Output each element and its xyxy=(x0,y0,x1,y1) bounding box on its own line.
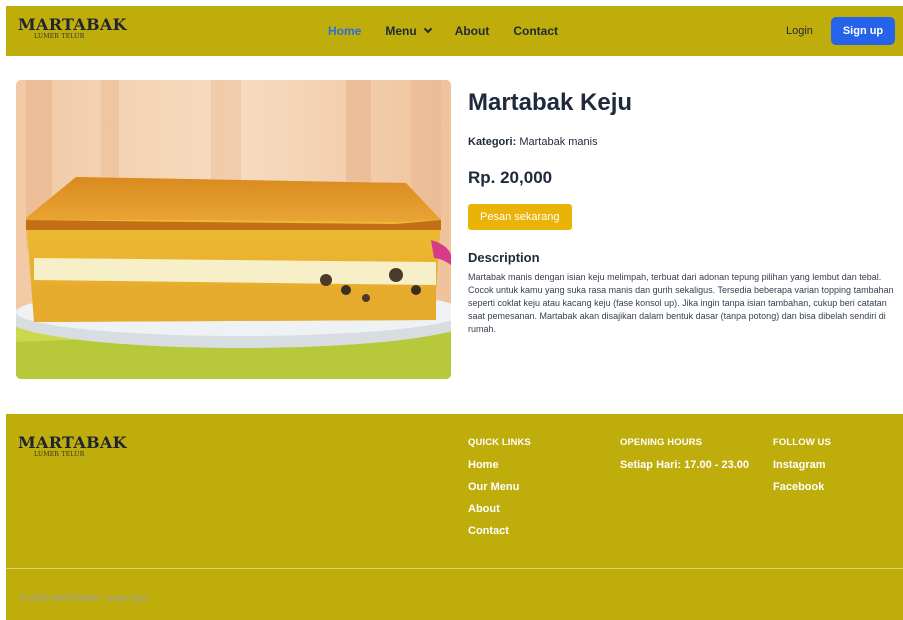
product-image xyxy=(16,80,451,379)
footer-brand-tagline: LUMER TELUR xyxy=(34,451,85,458)
opening-hours-text: Setiap Hari: 17.00 - 23.00 xyxy=(620,459,750,471)
footer-follow-us: FOLLOW US Instagram Facebook xyxy=(773,437,831,493)
brand-name: MARTABAK xyxy=(18,15,127,34)
quick-links-heading: QUICK LINKS xyxy=(468,437,531,448)
order-now-button[interactable]: Pesan sekarang xyxy=(468,204,572,230)
signup-button[interactable]: Sign up xyxy=(831,17,895,45)
main-nav: Home Menu About Contact xyxy=(328,24,582,38)
opening-hours-heading: OPENING HOURS xyxy=(620,437,703,448)
footer-brand-name: MARTABAK xyxy=(18,433,127,452)
footer-opening-hours: OPENING HOURS Setiap Hari: 17.00 - 23.00 xyxy=(620,437,750,471)
footer-link-about[interactable]: About xyxy=(468,504,531,515)
footer-link-instagram[interactable]: Instagram xyxy=(773,460,831,471)
nav-menu-dropdown[interactable]: Menu xyxy=(385,24,432,38)
footer-link-our-menu[interactable]: Our Menu xyxy=(468,482,531,493)
footer-quick-links: QUICK LINKS Home Our Menu About Contact xyxy=(468,437,531,537)
nav-contact-link[interactable]: Contact xyxy=(513,24,558,38)
product-title: Martabak Keju xyxy=(468,89,633,116)
footer-link-home[interactable]: Home xyxy=(468,460,531,471)
login-link[interactable]: Login xyxy=(786,25,813,37)
product-description: Martabak manis dengan isian keju melimpa… xyxy=(468,272,894,334)
product-price: Rp. 20,000 xyxy=(468,168,553,187)
footer-divider xyxy=(6,568,903,569)
footer-brand-logo[interactable]: MARTABAK LUMER TELUR xyxy=(18,434,127,459)
nav-menu-label: Menu xyxy=(385,24,417,38)
brand-logo[interactable]: MARTABAK LUMER TELUR xyxy=(18,16,127,41)
nav-about-link[interactable]: About xyxy=(455,24,490,38)
follow-us-heading: FOLLOW US xyxy=(773,437,831,448)
chevron-down-icon xyxy=(423,24,432,34)
category-label: Kategori: xyxy=(468,136,517,148)
site-footer: MARTABAK LUMER TELUR QUICK LINKS Home Ou… xyxy=(6,414,903,620)
category-value: Martabak manis xyxy=(519,136,598,148)
copyright-text: © 2025 MARTABAK. lumer telur xyxy=(20,593,148,603)
description-heading: Description xyxy=(468,250,540,265)
nav-home-link[interactable]: Home xyxy=(328,24,361,38)
product-category: Kategori: Martabak manis xyxy=(468,136,898,148)
footer-link-facebook[interactable]: Facebook xyxy=(773,482,831,493)
top-navbar: MARTABAK LUMER TELUR Home Menu About Con… xyxy=(6,6,903,56)
brand-tagline: LUMER TELUR xyxy=(34,33,85,40)
footer-link-contact[interactable]: Contact xyxy=(468,526,531,537)
product-info: Martabak Keju Kategori: Martabak manis R… xyxy=(468,88,898,336)
